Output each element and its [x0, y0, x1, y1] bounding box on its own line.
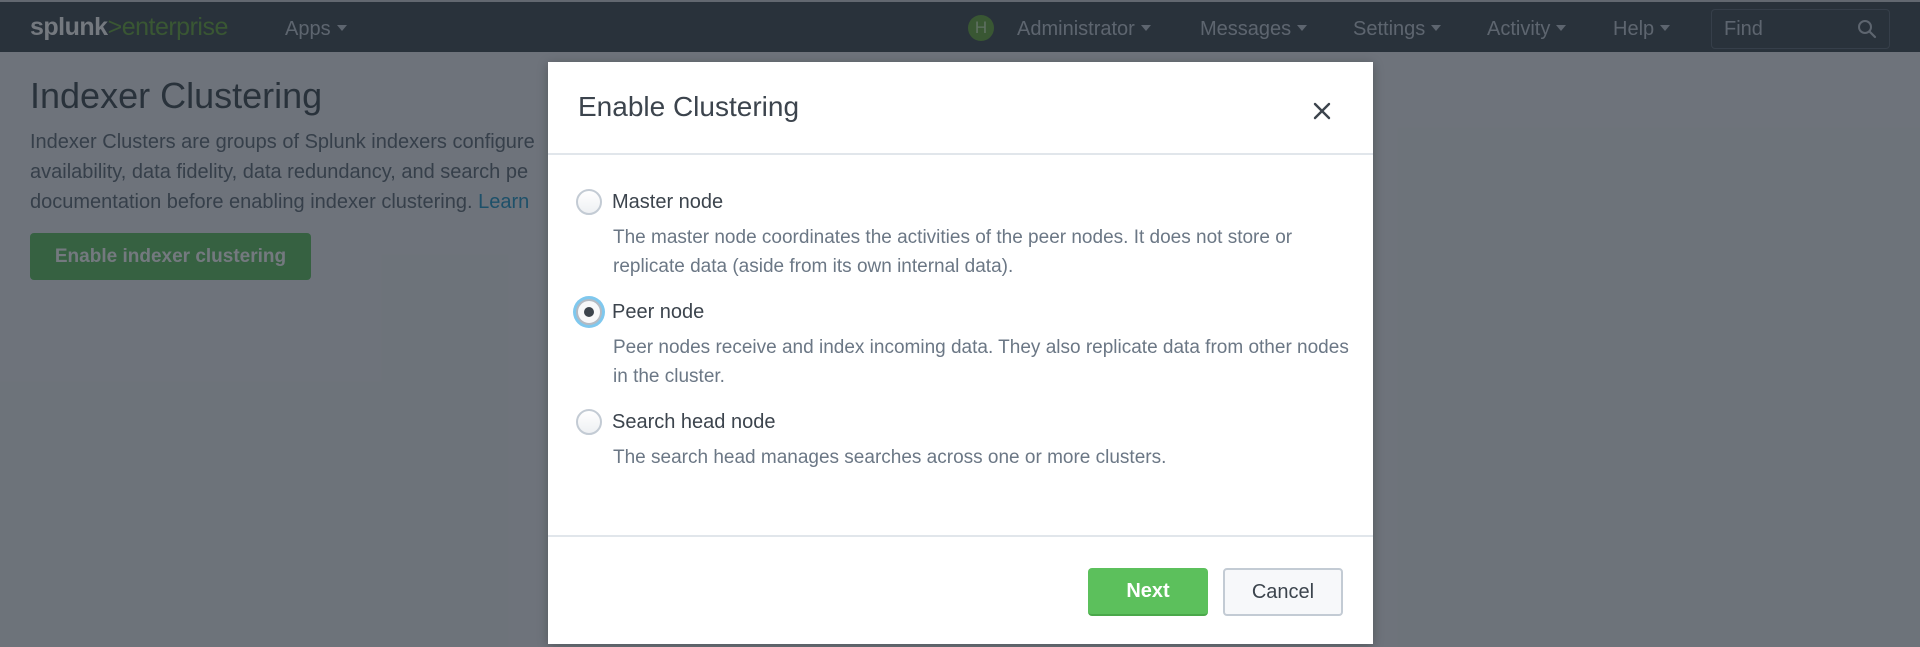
option-label[interactable]: Search head node	[612, 409, 775, 435]
peer-node-radio[interactable]	[576, 299, 602, 325]
option-label[interactable]: Master node	[612, 189, 723, 215]
option-label[interactable]: Peer node	[612, 299, 704, 325]
search-head-node-radio[interactable]	[576, 409, 602, 435]
option-description: Peer nodes receive and index incoming da…	[613, 337, 1349, 387]
next-button[interactable]: Next	[1088, 568, 1208, 616]
close-icon[interactable]	[1307, 96, 1337, 126]
modal-title: Enable Clustering	[578, 91, 800, 122]
option-description: The master node coordinates the activiti…	[613, 227, 1293, 277]
enable-clustering-dialog: Enable Clustering Master node The master…	[548, 62, 1373, 644]
modal-body: Master node The master node coordinates …	[548, 157, 1373, 535]
modal-header: Enable Clustering	[548, 62, 1373, 155]
modal-footer: Next Cancel	[548, 535, 1373, 644]
master-node-radio[interactable]	[576, 189, 602, 215]
cancel-button[interactable]: Cancel	[1223, 568, 1343, 616]
option-description: The search head manages searches across …	[613, 447, 1167, 468]
